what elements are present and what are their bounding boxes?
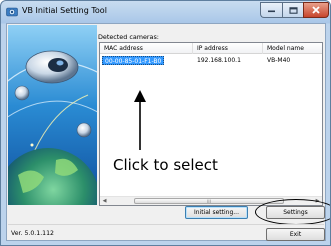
network-globe-illustration <box>8 25 97 205</box>
column-header-mac[interactable]: MAC address <box>104 45 143 52</box>
minimize-button[interactable] <box>260 2 282 18</box>
app-camera-icon <box>6 7 18 17</box>
row-model-name[interactable]: VB-M40 <box>267 57 290 64</box>
annotation-highlight-oval <box>255 199 330 225</box>
detected-cameras-label: Detected cameras: <box>98 33 159 41</box>
list-header: MAC address IP address Model name <box>100 43 322 54</box>
row-ip-address[interactable]: 192.168.100.1 <box>197 57 241 64</box>
column-divider[interactable] <box>192 43 193 54</box>
column-divider[interactable] <box>262 43 263 54</box>
camera-list[interactable]: MAC address IP address Model name 00-00-… <box>99 42 323 206</box>
maximize-button[interactable] <box>282 2 303 18</box>
version-label: Ver. 5.0.1.112 <box>11 230 54 237</box>
table-row[interactable]: 00-00-85-01-F1-B0 192.168.100.1 VB-M40 <box>100 56 322 65</box>
annotation-arrow <box>134 90 146 150</box>
scrollbar-thumb[interactable]: III <box>134 198 284 204</box>
client-area: Detected cameras: MAC address IP address… <box>6 23 330 241</box>
close-icon <box>312 6 320 14</box>
exit-button[interactable]: Exit <box>266 228 325 241</box>
row-mac-address[interactable]: 00-00-85-01-F1-B0 <box>102 56 165 65</box>
column-header-ip[interactable]: IP address <box>197 45 228 52</box>
column-header-model[interactable]: Model name <box>267 45 304 52</box>
scroll-left-icon[interactable]: ◀ <box>100 197 109 205</box>
divider <box>8 224 324 225</box>
maximize-icon <box>288 6 298 14</box>
window-title: VB Initial Setting Tool <box>22 6 107 15</box>
minimize-icon <box>268 10 275 13</box>
scrollbar-grip: III <box>207 198 211 204</box>
annotation-click-to-select: Click to select <box>113 156 218 174</box>
app-window: VB Initial Setting Tool Detected cameras… <box>0 0 331 246</box>
globe-camera-image <box>8 25 97 205</box>
title-bar[interactable]: VB Initial Setting Tool <box>1 1 330 23</box>
close-button[interactable] <box>303 2 329 18</box>
initial-setting-button[interactable]: Initial setting... <box>185 206 248 219</box>
